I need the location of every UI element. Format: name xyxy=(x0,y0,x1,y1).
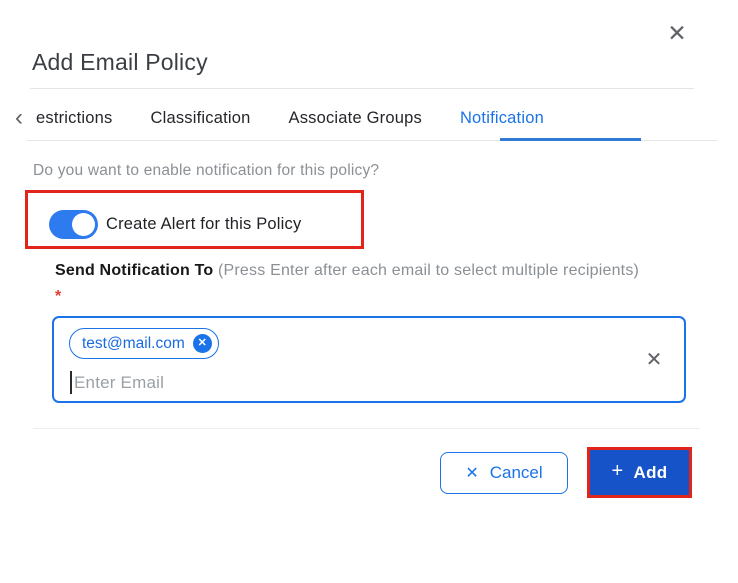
email-chip: test@mail.com ✕ xyxy=(69,328,219,359)
send-notification-to-hint: (Press Enter after each email to select … xyxy=(213,262,640,279)
text-cursor xyxy=(70,371,72,394)
create-alert-toggle-label: Create Alert for this Policy xyxy=(106,215,302,233)
active-tab-underline xyxy=(500,138,641,141)
chip-remove-icon[interactable]: ✕ xyxy=(192,334,212,353)
create-alert-toggle[interactable] xyxy=(49,210,98,239)
add-button[interactable]: + Add xyxy=(590,450,689,495)
tab-notification[interactable]: Notification xyxy=(460,109,544,128)
add-button-label: Add xyxy=(633,462,668,482)
enable-notification-question: Do you want to enable notification for t… xyxy=(33,162,380,179)
add-plus-icon: + xyxy=(611,460,624,482)
tab-bar: estrictions Classification Associate Gro… xyxy=(36,109,544,128)
cancel-x-icon: ✕ xyxy=(465,465,479,482)
email-chip-text: test@mail.com xyxy=(82,334,185,352)
send-notification-to-label: Send Notification To (Press Enter after … xyxy=(55,258,640,310)
tab-classification[interactable]: Classification xyxy=(150,109,250,128)
clear-input-icon[interactable]: ✕ xyxy=(642,348,666,372)
required-asterisk: * xyxy=(55,288,62,305)
tab-restrictions[interactable]: estrictions xyxy=(36,109,112,128)
add-email-policy-dialog: ✕ Add Email Policy ‹ estrictions Classif… xyxy=(0,0,738,583)
tabs-scroll-left-icon[interactable]: ‹ xyxy=(15,106,33,131)
email-entry-line[interactable]: Enter Email xyxy=(70,371,164,394)
tab-associate-groups[interactable]: Associate Groups xyxy=(289,109,422,128)
footer-divider xyxy=(33,428,700,429)
annotation-highlight-add: + Add xyxy=(587,447,692,498)
cancel-button[interactable]: ✕ Cancel xyxy=(440,452,568,494)
cancel-button-label: Cancel xyxy=(489,463,543,482)
email-input-placeholder: Enter Email xyxy=(74,372,165,392)
close-icon[interactable]: ✕ xyxy=(662,18,692,48)
send-notification-to-label-bold: Send Notification To xyxy=(55,262,214,279)
email-input[interactable]: test@mail.com ✕ Enter Email ✕ xyxy=(52,316,686,403)
toggle-knob xyxy=(72,213,95,236)
dialog-title: Add Email Policy xyxy=(32,49,208,75)
title-divider xyxy=(30,88,694,89)
